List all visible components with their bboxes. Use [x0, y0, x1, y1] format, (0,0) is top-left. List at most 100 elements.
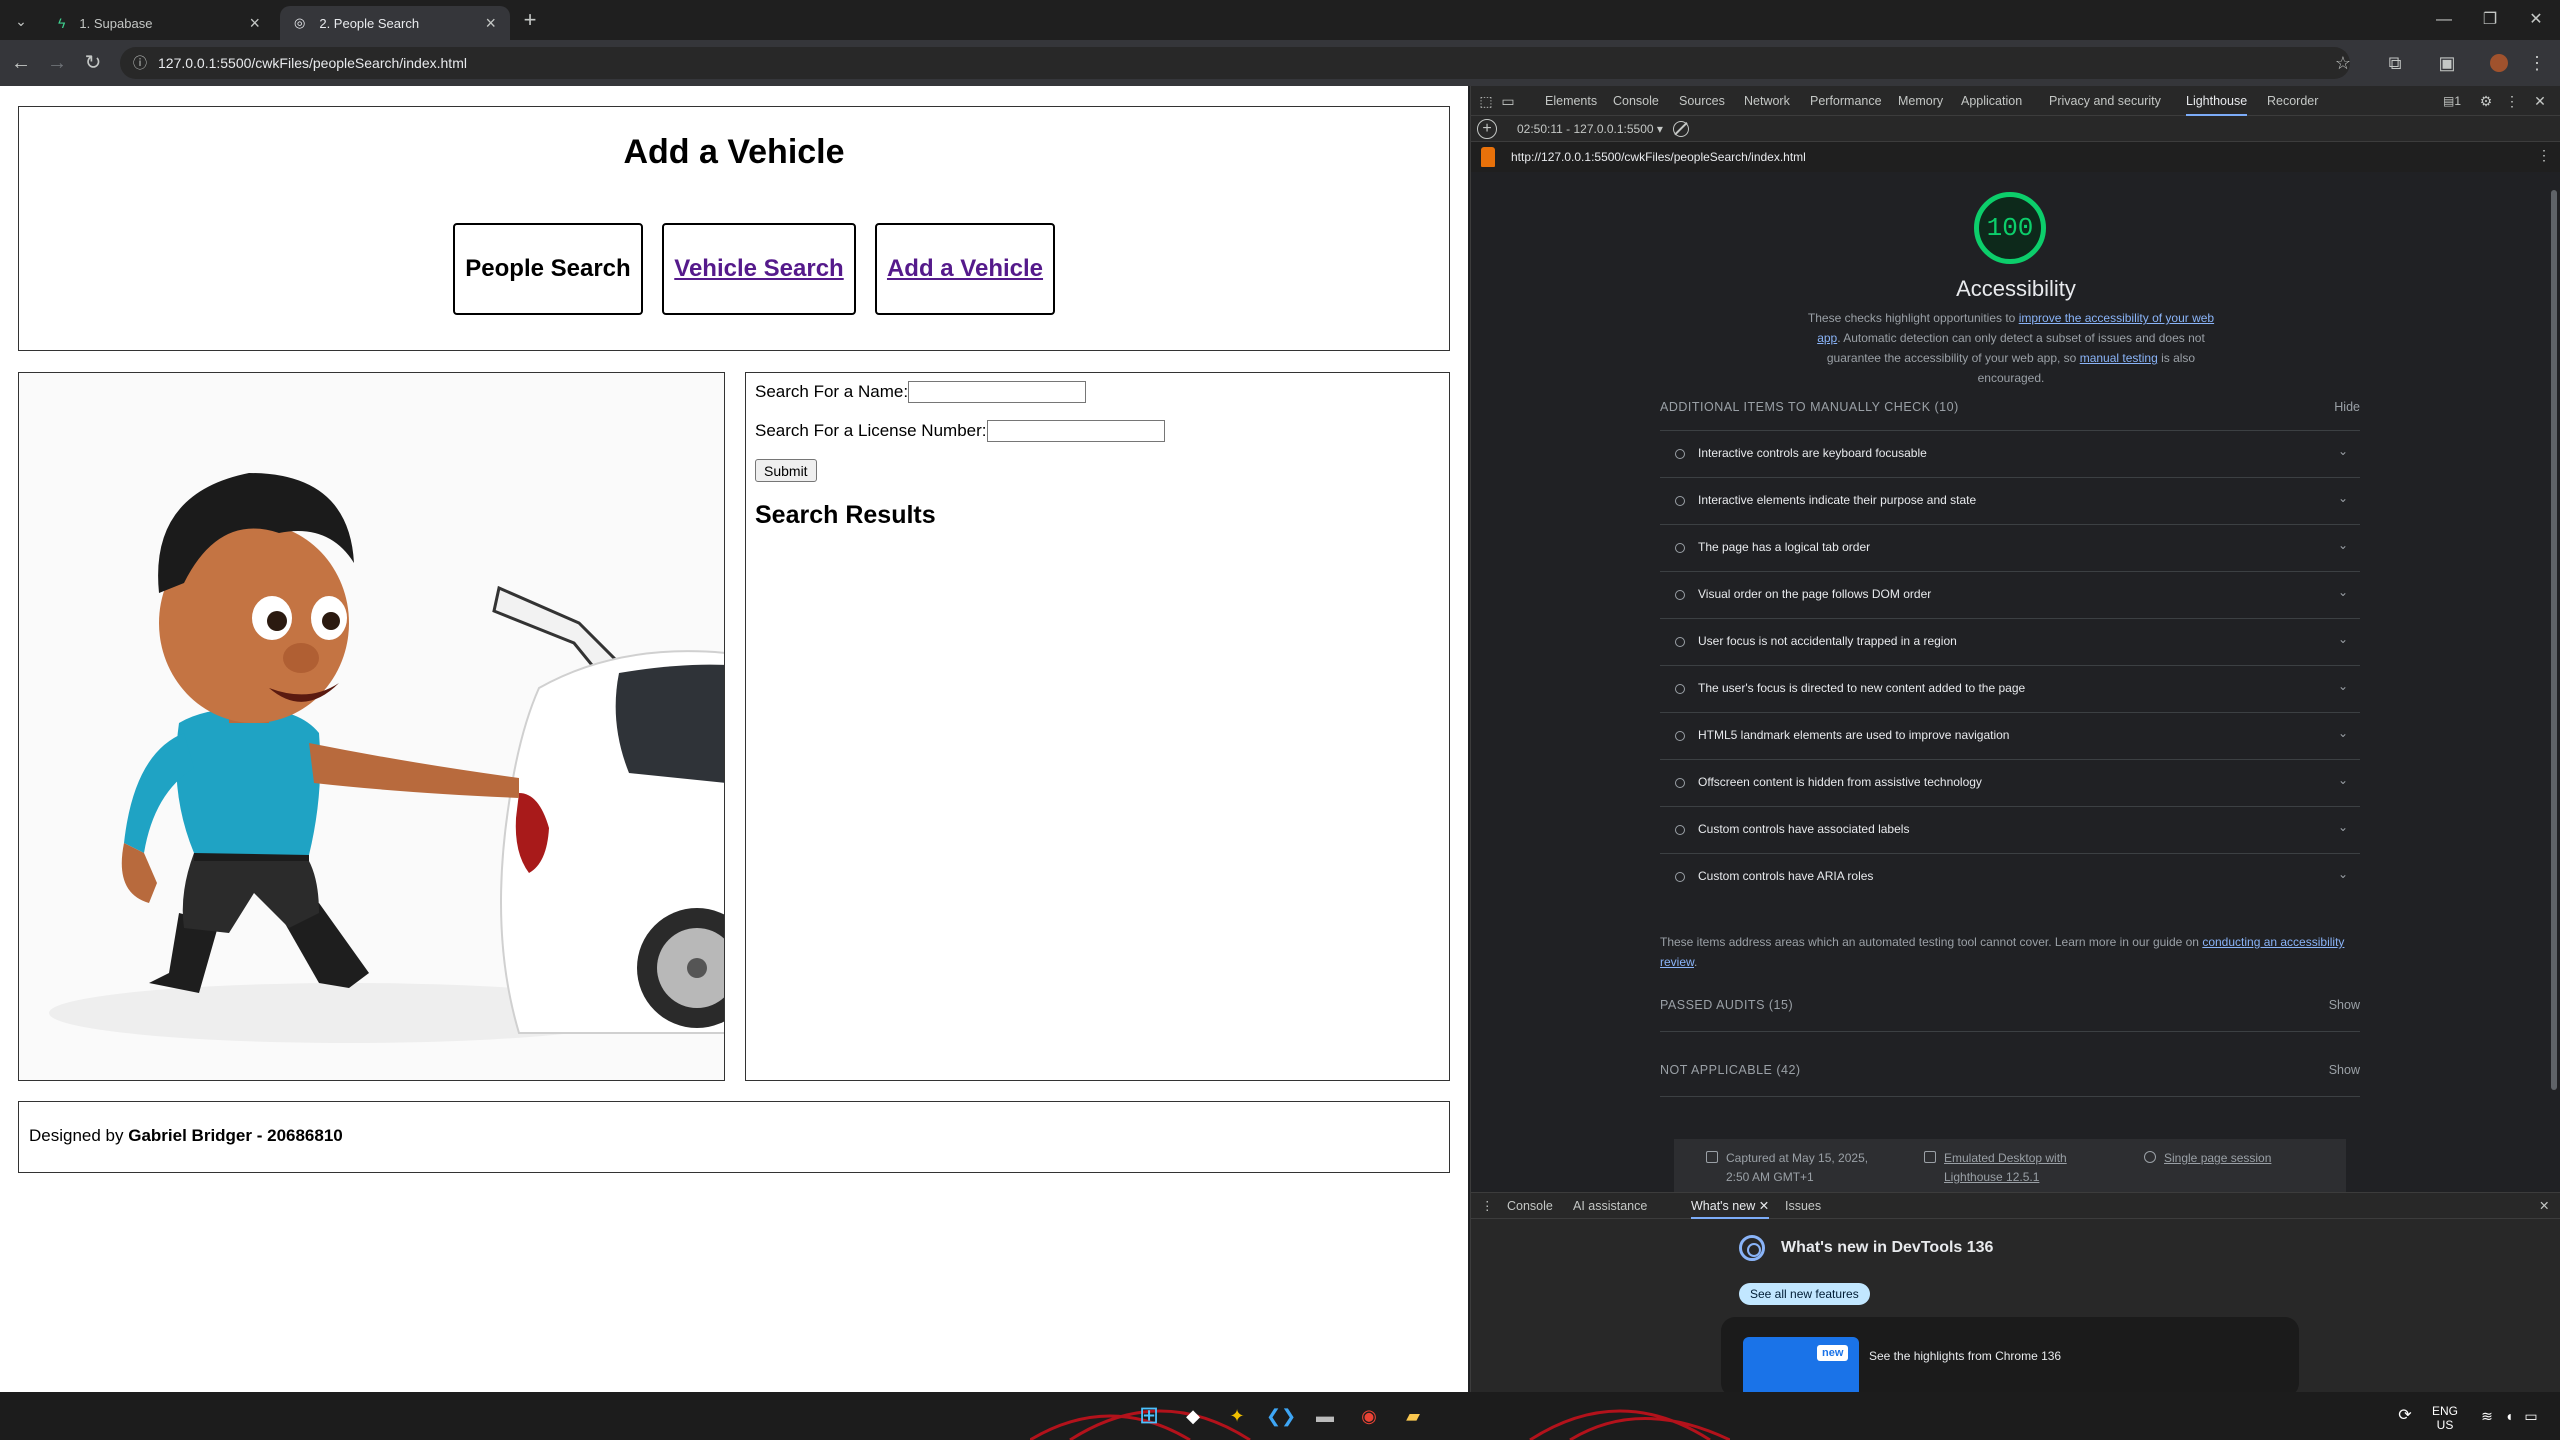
hide-toggle[interactable]: Hide [2334, 400, 2360, 414]
audit-status-icon [1675, 637, 1685, 647]
session-type-link[interactable]: Single page session [2164, 1151, 2271, 1165]
app-icon[interactable]: ▬ [1310, 1401, 1340, 1431]
new-tab-icon[interactable]: + [516, 6, 544, 34]
audit-item[interactable]: Custom controls have associated labels ⌄ [1660, 806, 2360, 853]
start-windows-icon[interactable]: ⊞ [1134, 1401, 1164, 1431]
devtools-close-icon[interactable]: ✕ [2529, 86, 2551, 116]
name-input[interactable] [908, 381, 1087, 403]
audit-item[interactable]: Offscreen content is hidden from assisti… [1660, 759, 2360, 806]
tab-people-search[interactable]: ◎ 2. People Search × [280, 6, 510, 40]
devtools-tab-sources[interactable]: Sources [1679, 86, 1725, 116]
devtools-tab-application[interactable]: Application [1961, 86, 2022, 116]
nav-people-search[interactable]: People Search [453, 223, 643, 315]
extensions-icon[interactable]: ⧉ [2382, 50, 2408, 76]
search-form-panel: Search For a Name: Search For a License … [745, 372, 1450, 1081]
devtools-tab-lighthouse[interactable]: Lighthouse [2186, 86, 2248, 116]
audit-item[interactable]: HTML5 landmark elements are used to impr… [1660, 712, 2360, 759]
menu-kebab-icon[interactable]: ⋮ [2524, 50, 2550, 76]
audit-label: Offscreen content is hidden from assisti… [1698, 775, 1982, 789]
site-info-icon[interactable]: ⓘ [130, 53, 150, 73]
side-panel-icon[interactable]: ▣ [2434, 50, 2460, 76]
audit-item[interactable]: The page has a logical tab order ⌄ [1660, 524, 2360, 571]
forward-icon[interactable]: → [44, 50, 70, 76]
devtools-tab-performance[interactable]: Performance [1810, 86, 1882, 116]
sync-icon[interactable]: ⟳ [2390, 1401, 2420, 1431]
region-code: US [2436, 1418, 2454, 1432]
new-report-plus-icon[interactable]: + [1477, 119, 1497, 139]
app-icon[interactable]: ◆ [1178, 1401, 1208, 1431]
address-bar[interactable]: ⓘ 127.0.0.1:5500/cwkFiles/peopleSearch/i… [120, 47, 2350, 79]
devtools-tab-memory[interactable]: Memory [1898, 86, 1943, 116]
close-tab-icon[interactable]: ✕ [1759, 1199, 1769, 1213]
submit-button[interactable]: Submit [755, 459, 817, 482]
nav-vehicle-search[interactable]: Vehicle Search [662, 223, 856, 315]
file-explorer-icon[interactable]: ▰ [1398, 1401, 1428, 1431]
battery-icon[interactable]: ▭ [2516, 1401, 2546, 1431]
audit-status-icon [1675, 872, 1685, 882]
reload-icon[interactable]: ↻ [80, 50, 106, 76]
drawer-tab-console[interactable]: Console [1507, 1193, 1553, 1219]
minimize-icon[interactable]: — [2424, 8, 2464, 32]
chrome-icon[interactable]: ◉ [1354, 1401, 1384, 1431]
audit-item[interactable]: Interactive elements indicate their purp… [1660, 477, 2360, 524]
chevron-down-icon: ⌄ [2337, 585, 2348, 599]
audit-item[interactable]: Custom controls have ARIA roles ⌄ [1660, 853, 2360, 900]
not-applicable-show-toggle[interactable]: Show [2329, 1063, 2360, 1077]
passed-show-toggle[interactable]: Show [2329, 998, 2360, 1012]
license-input[interactable] [986, 420, 1165, 442]
chrome-devtools-logo-icon [1739, 1235, 1765, 1261]
language-indicator[interactable]: ENG US [2430, 1404, 2460, 1432]
devtools-menu-icon[interactable]: ⋮ [2501, 86, 2523, 116]
report-menu-icon[interactable]: ⋮ [2537, 147, 2551, 164]
audit-item[interactable]: User focus is not accidentally trapped i… [1660, 618, 2360, 665]
scrollbar-thumb[interactable] [2551, 190, 2557, 1090]
emulated-device-link[interactable]: Emulated Desktop with Lighthouse 12.5.1 [1944, 1151, 2067, 1184]
devtools-tab-network[interactable]: Network [1744, 86, 1790, 116]
note-end: . [1694, 955, 1698, 969]
passed-audits-section[interactable]: PASSED AUDITS (15) Show [1660, 980, 2360, 1032]
license-label: Search For a License Number: [755, 421, 987, 440]
devtools-tab-console[interactable]: Console [1613, 86, 1659, 116]
audit-item[interactable]: Visual order on the page follows DOM ord… [1660, 571, 2360, 618]
issues-counter[interactable]: ▤1 [2437, 86, 2467, 116]
device-toolbar-icon[interactable]: ▭ [1497, 86, 1519, 116]
drawer-menu-icon[interactable]: ⋮ [1481, 1193, 1494, 1219]
drawer-tab-issues[interactable]: Issues [1785, 1193, 1821, 1219]
clear-reports-icon[interactable] [1673, 121, 1689, 137]
not-applicable-section[interactable]: NOT APPLICABLE (42) Show [1660, 1045, 2360, 1097]
tab-supabase[interactable]: ϟ 1. Supabase × [44, 6, 274, 40]
drawer-close-icon[interactable]: ✕ [2539, 1193, 2549, 1219]
see-all-features-button[interactable]: See all new features [1739, 1283, 1870, 1305]
bookmark-star-icon[interactable]: ☆ [2330, 50, 2356, 76]
inspect-element-icon[interactable]: ⬚ [1475, 86, 1497, 116]
audit-item[interactable]: The user's focus is directed to new cont… [1660, 665, 2360, 712]
app-icon[interactable]: ✦ [1222, 1401, 1252, 1431]
devtools-tab-recorder[interactable]: Recorder [2267, 86, 2318, 116]
highlights-card[interactable]: new See the highlights from Chrome 136 [1721, 1317, 2299, 1392]
address-url[interactable]: 127.0.0.1:5500/cwkFiles/peopleSearch/ind… [158, 55, 467, 71]
audit-item[interactable]: Interactive controls are keyboard focusa… [1660, 430, 2360, 477]
chevron-down-icon: ⌄ [2337, 491, 2348, 505]
chevron-down-icon: ⌄ [2337, 773, 2348, 787]
devtools-settings-gear-icon[interactable]: ⚙ [2475, 86, 2497, 116]
back-icon[interactable]: ← [8, 50, 34, 76]
restore-icon[interactable]: ❐ [2470, 8, 2510, 32]
drawer-tab-ai-assistance[interactable]: AI assistance [1573, 1193, 1647, 1219]
tab-search-chevron-icon[interactable]: ⌄ [8, 8, 34, 34]
footer-prefix: Designed by [29, 1126, 124, 1145]
audit-label: HTML5 landmark elements are used to impr… [1698, 728, 2010, 742]
nav-add-vehicle[interactable]: Add a Vehicle [875, 223, 1055, 315]
report-session-select[interactable]: 02:50:11 - 127.0.0.1:5500 ▾ [1517, 122, 1663, 136]
devtools-tab-elements[interactable]: Elements [1545, 86, 1597, 116]
lighthouse-logo-icon [1481, 147, 1495, 167]
profile-avatar[interactable] [2486, 50, 2512, 76]
audit-label: Visual order on the page follows DOM ord… [1698, 587, 1932, 601]
window-close-icon[interactable]: ✕ [2516, 8, 2556, 32]
drawer-tab-whats-new[interactable]: What's new ✕ [1691, 1193, 1770, 1219]
manual-testing-link[interactable]: manual testing [2080, 351, 2158, 365]
devtools-tab-privacy[interactable]: Privacy and security [2049, 86, 2161, 116]
close-tab-icon[interactable]: × [485, 13, 496, 34]
report-scrollbar[interactable] [2549, 172, 2559, 1192]
close-tab-icon[interactable]: × [249, 13, 260, 34]
vscode-icon[interactable]: ❮❯ [1266, 1401, 1296, 1431]
